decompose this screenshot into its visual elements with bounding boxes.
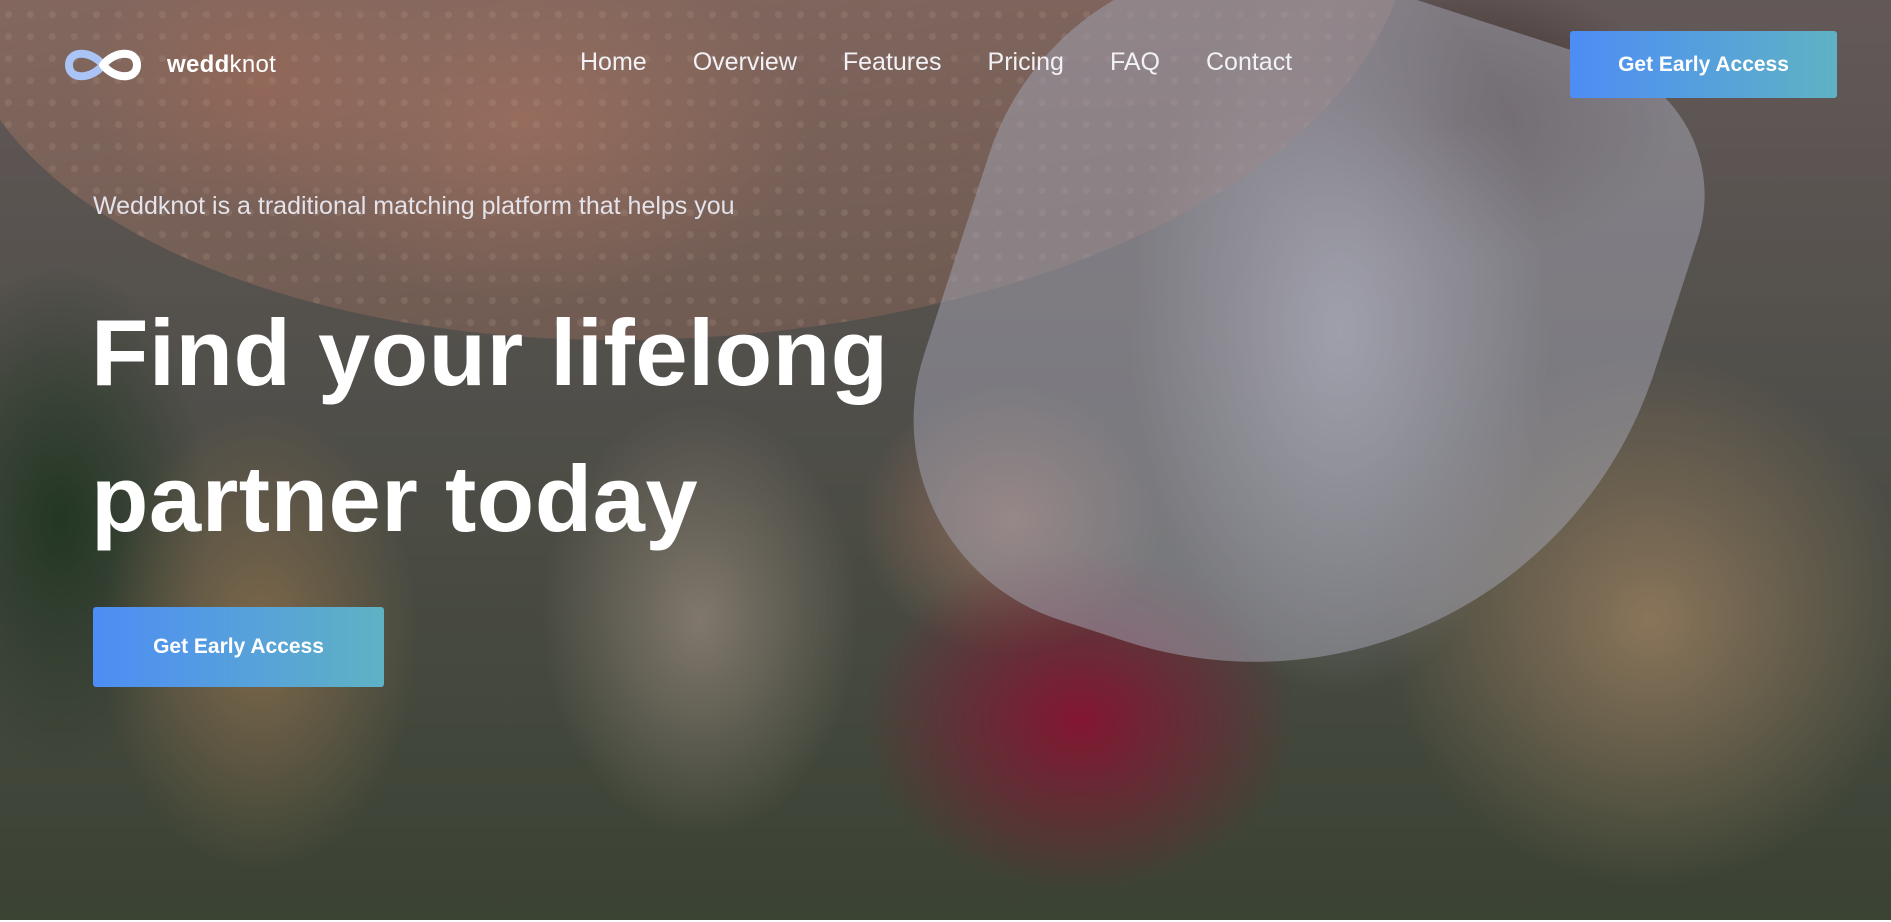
nav-link-faq[interactable]: FAQ [1110,48,1160,77]
nav-link-pricing[interactable]: Pricing [988,48,1064,77]
brand-logo[interactable]: weddknot [59,42,276,88]
nav-links: Home Overview Features Pricing FAQ Conta… [580,48,1292,77]
hero-headline: Find your lifelong partner today [91,280,991,572]
brand-name-light: knot [229,51,277,78]
hero-headline-line-1: Find your lifelong [91,300,889,405]
brand-wordmark: weddknot [167,51,276,79]
hero-tagline: Weddknot is a traditional matching platf… [93,192,735,220]
hero-get-early-access-button[interactable]: Get Early Access [93,607,384,687]
nav-get-early-access-button[interactable]: Get Early Access [1570,31,1837,98]
nav-link-contact[interactable]: Contact [1206,48,1292,77]
brand-name-bold: wedd [167,51,230,78]
hero-headline-line-2: partner today [91,446,699,551]
nav-link-features[interactable]: Features [843,48,942,77]
top-navigation: weddknot Home Overview Features Pricing … [0,0,1891,130]
nav-link-overview[interactable]: Overview [693,48,797,77]
nav-link-home[interactable]: Home [580,48,647,77]
infinity-rings-icon [65,49,142,81]
